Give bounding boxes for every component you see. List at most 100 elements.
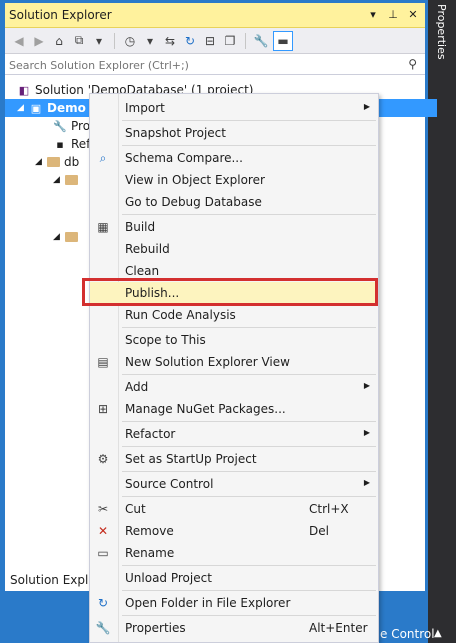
menu-separator bbox=[122, 327, 376, 328]
menu-separator bbox=[122, 120, 376, 121]
menu-item-label: New Solution Explorer View bbox=[125, 355, 290, 369]
panel-tab-label[interactable]: Solution Explor bbox=[10, 573, 101, 587]
wrench-icon: 🔧 bbox=[95, 621, 111, 635]
menu-item-snapshot-project[interactable]: Snapshot Project bbox=[90, 122, 378, 144]
switch-views-icon[interactable]: ⧉ bbox=[71, 33, 87, 49]
collapse-arrow-icon[interactable]: ◢ bbox=[17, 103, 27, 113]
collapse-arrow-icon[interactable]: ◢ bbox=[35, 157, 45, 167]
menu-item-label: Refactor bbox=[125, 427, 176, 441]
references-icon: ▪ bbox=[56, 137, 64, 151]
collapse-all-icon[interactable]: ⊟ bbox=[202, 33, 218, 49]
properties-side-tab[interactable]: Properties bbox=[430, 0, 456, 70]
project-label: Demo bbox=[47, 101, 86, 115]
menu-item-build[interactable]: ▦ Build bbox=[90, 216, 378, 238]
menu-item-new-solution-explorer-view[interactable]: ▤ New Solution Explorer View bbox=[90, 351, 378, 373]
menu-item-label: Import bbox=[125, 101, 165, 115]
gear-icon: ⚙ bbox=[97, 452, 109, 466]
panel-title-bar: Solution Explorer ▾ ⊥ ✕ bbox=[5, 3, 425, 28]
wrench-icon: 🔧 bbox=[53, 119, 67, 133]
scissors-icon: ✂ bbox=[97, 502, 109, 516]
menu-item-view-in-object-explorer[interactable]: View in Object Explorer bbox=[90, 169, 378, 191]
menu-item-rename[interactable]: ▭ Rename bbox=[90, 542, 378, 564]
menu-item-unload-project[interactable]: Unload Project bbox=[90, 567, 378, 589]
tree-item-label: Pro bbox=[71, 119, 91, 133]
menu-item-import[interactable]: Import ▶ bbox=[90, 97, 378, 119]
wrench-icon[interactable]: 🔧 bbox=[253, 33, 269, 49]
chevron-down-icon[interactable]: ▾ bbox=[91, 33, 107, 49]
menu-item-shortcut: Alt+Enter bbox=[309, 621, 368, 635]
folder-icon bbox=[47, 157, 60, 167]
home-icon[interactable]: ⌂ bbox=[51, 33, 67, 49]
menu-item-manage-nuget-packages[interactable]: ⊞ Manage NuGet Packages... bbox=[90, 398, 378, 420]
refresh-icon[interactable]: ↻ bbox=[182, 33, 198, 49]
search-icon[interactable]: ⚲ bbox=[408, 57, 417, 71]
menu-item-label: Rename bbox=[125, 546, 175, 560]
menu-item-label: Set as StartUp Project bbox=[125, 452, 257, 466]
submenu-arrow-icon: ▶ bbox=[363, 428, 370, 437]
properties-tab-label: Properties bbox=[435, 4, 448, 60]
menu-item-label: Manage NuGet Packages... bbox=[125, 402, 286, 416]
dropdown-icon[interactable]: ▾ bbox=[367, 7, 379, 21]
remove-icon: ✕ bbox=[97, 524, 109, 538]
submenu-arrow-icon: ▶ bbox=[363, 381, 370, 390]
chevron-down-icon[interactable]: ▾ bbox=[142, 33, 158, 49]
menu-item-refactor[interactable]: Refactor ▶ bbox=[90, 423, 378, 445]
menu-item-label: View in Object Explorer bbox=[125, 173, 265, 187]
solution-icon: ◧ bbox=[18, 83, 30, 97]
menu-item-rebuild[interactable]: Rebuild bbox=[90, 238, 378, 260]
menu-item-source-control[interactable]: Source Control ▶ bbox=[90, 473, 378, 495]
menu-item-schema-compare[interactable]: ⌕ Schema Compare... bbox=[90, 147, 378, 169]
pin-icon[interactable]: ⊥ bbox=[387, 7, 399, 21]
menu-item-properties[interactable]: 🔧 Properties Alt+Enter bbox=[90, 617, 378, 639]
collapse-arrow-icon[interactable]: ◢ bbox=[53, 175, 63, 185]
menu-item-cut[interactable]: ✂ Cut Ctrl+X bbox=[90, 498, 378, 520]
menu-item-run-code-analysis[interactable]: Run Code Analysis bbox=[90, 304, 378, 326]
menu-item-label: Clean bbox=[125, 264, 160, 278]
menu-item-label: Go to Debug Database bbox=[125, 195, 262, 209]
forward-icon[interactable]: ▶ bbox=[31, 33, 47, 49]
menu-item-go-to-debug-database[interactable]: Go to Debug Database bbox=[90, 191, 378, 213]
menu-item-label: Run Code Analysis bbox=[125, 308, 236, 322]
nuget-icon: ⊞ bbox=[97, 402, 109, 416]
chevron-up-icon[interactable]: ▲ bbox=[434, 628, 442, 639]
preview-icon[interactable]: ▬ bbox=[273, 30, 293, 51]
panel-toolbar: ◀ ▶ ⌂ ⧉ ▾ ◷ ▾ ⇆ ↻ ⊟ ❐ 🔧 ▬ bbox=[5, 28, 425, 54]
menu-separator bbox=[122, 421, 376, 422]
menu-item-open-folder-in-file-explorer[interactable]: ↻ Open Folder in File Explorer bbox=[90, 592, 378, 614]
rename-icon: ▭ bbox=[97, 546, 109, 560]
toolbar-separator bbox=[114, 32, 115, 49]
menu-item-remove[interactable]: ✕ Remove Del bbox=[90, 520, 378, 542]
open-folder-icon: ↻ bbox=[97, 596, 109, 610]
tree-item-label: Ref bbox=[71, 137, 91, 151]
folder-icon bbox=[65, 232, 78, 242]
sync-icon[interactable]: ⇆ bbox=[162, 33, 178, 49]
back-icon[interactable]: ◀ bbox=[11, 33, 27, 49]
menu-separator bbox=[122, 590, 376, 591]
menu-item-label: Cut bbox=[125, 502, 146, 516]
source-control-status[interactable]: e Control bbox=[380, 627, 435, 641]
close-icon[interactable]: ✕ bbox=[407, 7, 419, 21]
menu-item-label: Schema Compare... bbox=[125, 151, 243, 165]
menu-separator bbox=[122, 446, 376, 447]
submenu-arrow-icon: ▶ bbox=[363, 102, 370, 111]
search-input[interactable] bbox=[7, 56, 403, 74]
menu-item-scope-to-this[interactable]: Scope to This bbox=[90, 329, 378, 351]
menu-separator bbox=[122, 615, 376, 616]
submenu-arrow-icon: ▶ bbox=[363, 478, 370, 487]
pending-changes-icon[interactable]: ◷ bbox=[122, 33, 138, 49]
menu-item-label: Rebuild bbox=[125, 242, 170, 256]
menu-separator bbox=[122, 374, 376, 375]
menu-item-label: Snapshot Project bbox=[125, 126, 226, 140]
collapse-arrow-icon[interactable]: ◢ bbox=[53, 232, 63, 242]
menu-item-set-as-startup-project[interactable]: ⚙ Set as StartUp Project bbox=[90, 448, 378, 470]
toolbar-separator bbox=[245, 32, 246, 49]
menu-item-label: Build bbox=[125, 220, 156, 234]
build-icon: ▦ bbox=[97, 220, 109, 234]
tree-item-label: db bbox=[64, 155, 80, 169]
show-all-files-icon[interactable]: ❐ bbox=[222, 33, 238, 49]
menu-item-shortcut: Ctrl+X bbox=[309, 502, 349, 516]
menu-separator bbox=[122, 214, 376, 215]
menu-item-add[interactable]: Add ▶ bbox=[90, 376, 378, 398]
menu-item-label: Unload Project bbox=[125, 571, 212, 585]
menu-item-label: Source Control bbox=[125, 477, 214, 491]
